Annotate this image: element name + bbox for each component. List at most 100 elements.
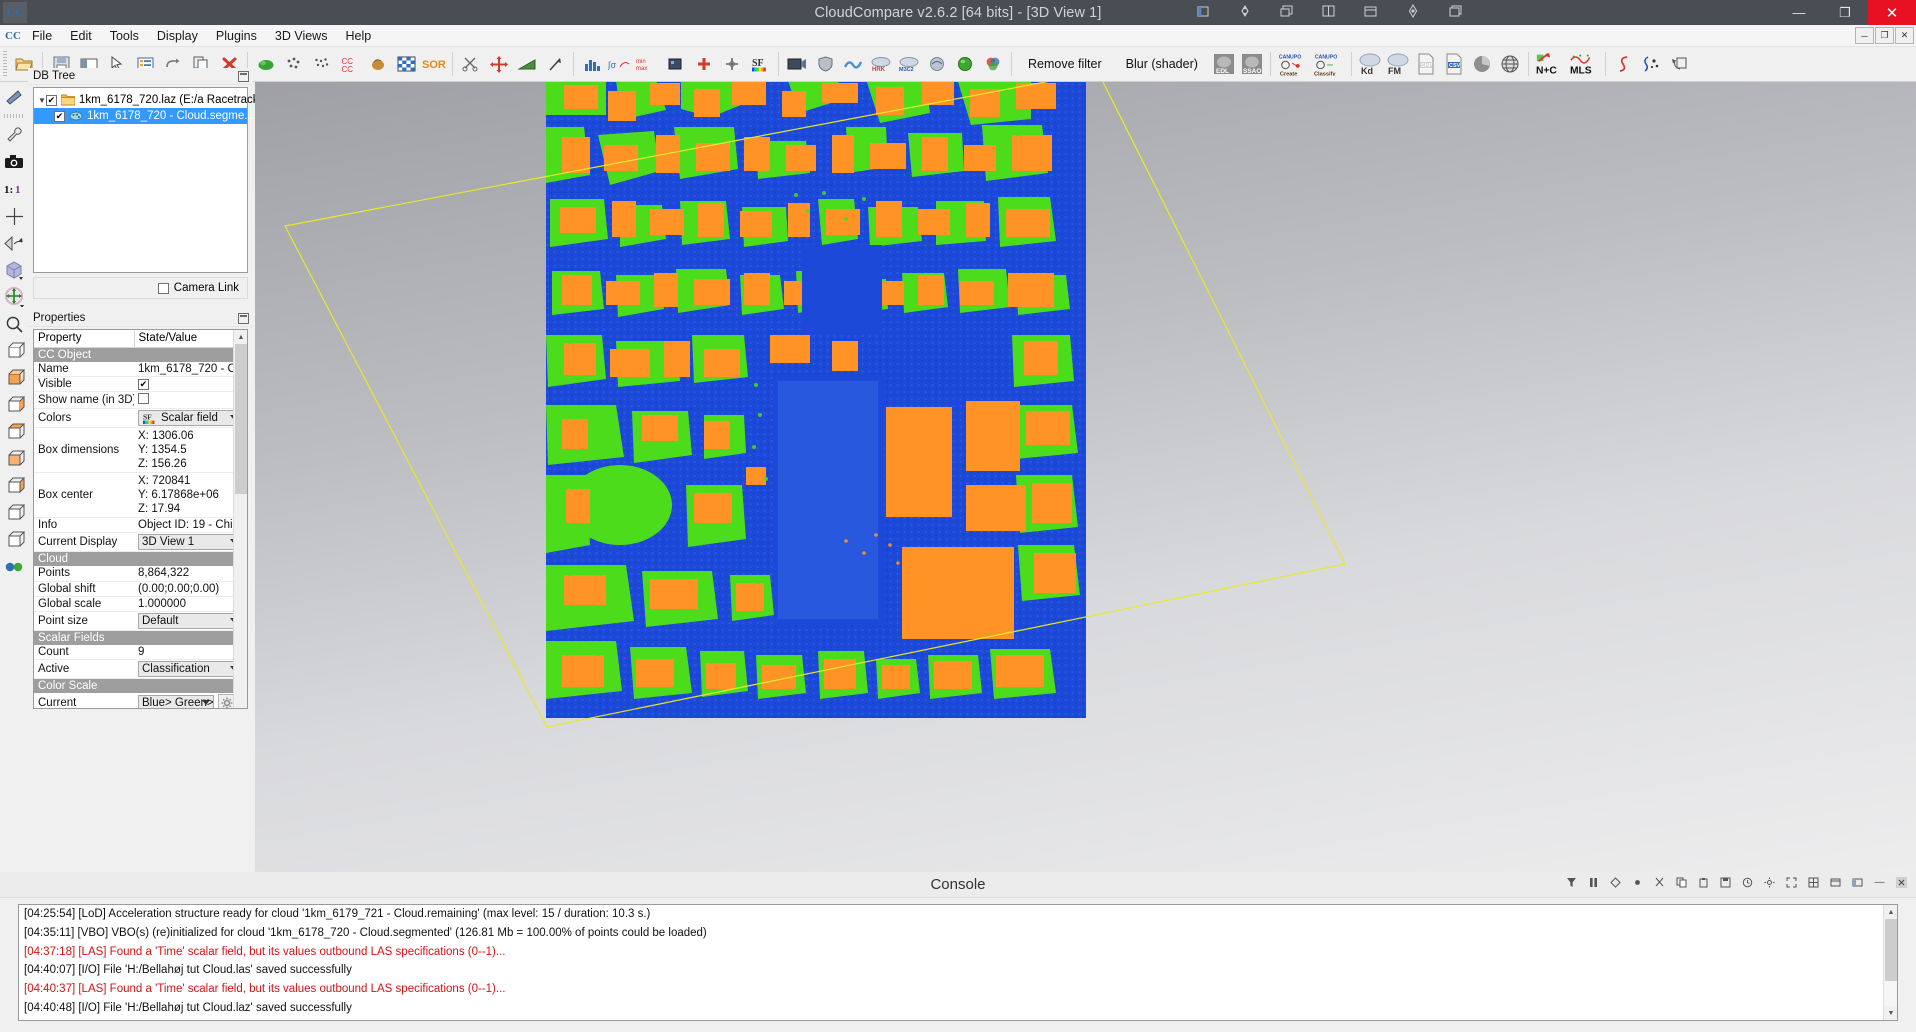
db-tree-list[interactable]: ▼ ✔ 1km_6178_720.laz (E:/a Racetrack ...… xyxy=(33,87,271,273)
chevron-down-icon[interactable] xyxy=(202,699,210,705)
clock-icon[interactable] xyxy=(1741,876,1754,889)
pick-rotation-center-icon[interactable] xyxy=(1,84,27,110)
panel-toggle-icon[interactable] xyxy=(1195,3,1211,19)
cascade-windows-icon[interactable] xyxy=(1321,3,1337,19)
translate-rotate-icon[interactable] xyxy=(486,51,512,77)
visible-checkbox[interactable]: ✔ xyxy=(138,379,149,390)
sf-icon[interactable]: SF xyxy=(747,51,773,77)
scissors-icon[interactable] xyxy=(1653,876,1666,889)
view-right-icon[interactable] xyxy=(1,473,27,499)
shield-icon[interactable] xyxy=(812,51,838,77)
n-plus-c-icon[interactable]: N+C xyxy=(1534,51,1566,77)
expand-arrow-icon[interactable]: ▼ xyxy=(38,96,46,105)
min-max-icon[interactable]: min max xyxy=(635,51,661,77)
console-scrollbar-thumb[interactable] xyxy=(1885,919,1897,981)
green-cloud-icon[interactable] xyxy=(253,51,279,77)
view-iso2-icon[interactable] xyxy=(1,527,27,553)
tile-windows-icon[interactable] xyxy=(1279,3,1295,19)
restore-window-icon[interactable] xyxy=(1447,3,1463,19)
fm-icon[interactable]: FM xyxy=(1385,51,1411,77)
revolve-icon[interactable] xyxy=(1667,51,1693,77)
toolbar-grip[interactable] xyxy=(2,51,8,77)
camera-link-checkbox[interactable] xyxy=(157,282,169,294)
mdi-minimize-button[interactable]: ─ xyxy=(1855,27,1874,44)
camera-link-row[interactable]: Camera Link xyxy=(33,277,248,299)
checkerboard-icon[interactable] xyxy=(393,51,419,77)
green-sphere-icon[interactable] xyxy=(952,51,978,77)
shp-icon[interactable]: SHP xyxy=(1413,51,1439,77)
save-list-icon[interactable] xyxy=(1719,876,1732,889)
point-cloud-icon[interactable] xyxy=(281,51,307,77)
compute-normals-icon[interactable]: ∫σ xyxy=(607,51,633,77)
magnifier-icon[interactable] xyxy=(1,311,27,337)
left-toolbar-grip[interactable] xyxy=(4,113,24,119)
ramp-icon[interactable] xyxy=(514,51,540,77)
wrench-icon[interactable] xyxy=(1,122,27,148)
scrollbar-thumb[interactable] xyxy=(235,344,247,494)
rgb-icon[interactable] xyxy=(980,51,1006,77)
view-top-icon[interactable] xyxy=(1,338,27,364)
window-icon[interactable] xyxy=(1829,876,1842,889)
view-front-icon[interactable] xyxy=(1,392,27,418)
copy-icon[interactable] xyxy=(1675,876,1688,889)
close-button[interactable]: ✕ xyxy=(1868,0,1916,25)
hrk-icon[interactable]: HRK xyxy=(868,51,894,77)
scatter-curve-icon[interactable] xyxy=(1639,51,1665,77)
crosshair-icon[interactable] xyxy=(1,203,27,229)
3d-viewport[interactable] xyxy=(255,82,1916,872)
one-to-one-zoom-icon[interactable]: 1: 1 xyxy=(1,176,27,202)
menu-file[interactable]: File xyxy=(23,27,61,45)
kd-tree-icon[interactable]: Kd xyxy=(1357,51,1383,77)
m3c2-icon[interactable]: M3C2 xyxy=(896,51,922,77)
pause-icon[interactable] xyxy=(1587,876,1600,889)
camera-icon[interactable] xyxy=(784,51,810,77)
scroll-up-arrow-icon[interactable]: ▲ xyxy=(234,330,247,344)
colors-combobox[interactable]: SF Scalar field xyxy=(138,410,242,426)
cc-subsample-icon[interactable]: CC CC xyxy=(337,51,363,77)
tree-item-cloud-segmented[interactable]: ✔ 1km_6178_720 - Cloud.segme... xyxy=(34,108,254,124)
light-toggle-icon[interactable] xyxy=(1,554,27,580)
view-iso1-icon[interactable] xyxy=(1,500,27,526)
ribbon-icon[interactable] xyxy=(840,51,866,77)
tree-item-checkbox-2[interactable]: ✔ xyxy=(54,110,65,122)
blur-shader-button[interactable]: Blur (shader) xyxy=(1116,52,1208,76)
clipboard-icon[interactable] xyxy=(1697,876,1710,889)
pick-center-icon[interactable] xyxy=(1237,3,1253,19)
global-move-icon[interactable] xyxy=(1,284,27,310)
menu-display[interactable]: Display xyxy=(148,27,207,45)
console-minimize-button[interactable]: — xyxy=(1873,876,1886,889)
minimize-button[interactable]: — xyxy=(1776,0,1822,25)
view-left-icon[interactable] xyxy=(1,446,27,472)
diamond-icon[interactable] xyxy=(1609,876,1622,889)
pie-icon[interactable] xyxy=(1469,51,1495,77)
globe-icon[interactable] xyxy=(1497,51,1523,77)
dot-icon[interactable] xyxy=(1631,876,1644,889)
menu-tools[interactable]: Tools xyxy=(101,27,148,45)
canupo-create-icon[interactable]: CANUPO Create xyxy=(1276,51,1310,77)
grid-icon[interactable] xyxy=(1807,876,1820,889)
view-back-icon[interactable] xyxy=(1,419,27,445)
panel-icon[interactable] xyxy=(1851,876,1864,889)
console-scroll-up-arrow-icon[interactable]: ▲ xyxy=(1884,905,1897,919)
settings-icon[interactable] xyxy=(1763,876,1776,889)
console-scroll-down-arrow-icon[interactable]: ▼ xyxy=(1884,1006,1897,1020)
console-log-list[interactable]: [04:25:54] [LoD] Acceleration structure … xyxy=(18,904,1898,1021)
properties-float-icon[interactable] xyxy=(238,313,249,324)
scissors-icon[interactable] xyxy=(458,51,484,77)
remove-filter-button[interactable]: Remove filter xyxy=(1018,52,1112,76)
console-close-button[interactable] xyxy=(1895,876,1908,889)
menu-3d-views[interactable]: 3D Views xyxy=(266,27,337,45)
mls-icon[interactable]: MLS xyxy=(1568,51,1600,77)
filter-icon[interactable] xyxy=(1565,876,1578,889)
tree-item-laz-file[interactable]: ▼ ✔ 1km_6178_720.laz (E:/a Racetrack ... xyxy=(34,92,271,108)
refresh-view-icon[interactable] xyxy=(1405,3,1421,19)
sor-filter-icon[interactable]: SOR xyxy=(421,51,447,77)
active-sf-combobox[interactable]: Classification xyxy=(138,661,242,677)
properties-scrollbar[interactable]: ▲ xyxy=(233,330,247,708)
point-cloud-dense-icon[interactable] xyxy=(309,51,335,77)
hand-mesh-icon[interactable] xyxy=(365,51,391,77)
menu-plugins[interactable]: Plugins xyxy=(207,27,266,45)
flip-view-icon[interactable] xyxy=(1,230,27,256)
mdi-restore-button[interactable]: ❐ xyxy=(1875,27,1894,44)
console-scrollbar[interactable]: ▲ ▼ xyxy=(1883,905,1897,1020)
